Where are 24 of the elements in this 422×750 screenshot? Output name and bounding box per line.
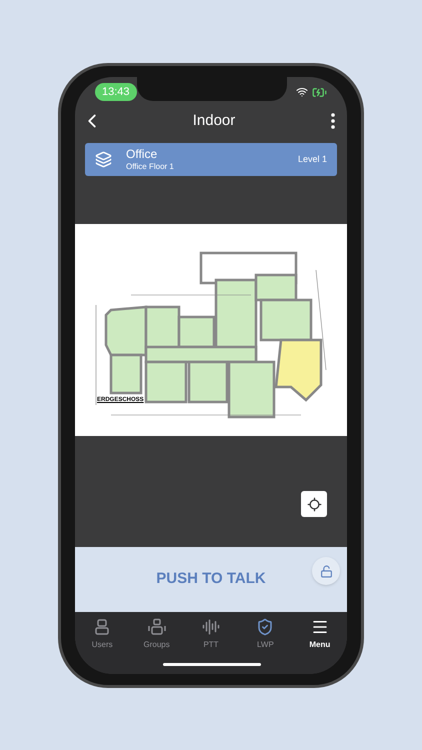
screen-title: Indoor [192, 110, 236, 131]
tab[interactable]: LWP [238, 618, 293, 674]
floor-selector[interactable]: Office Office Floor 1 Level 1 [85, 143, 337, 176]
menu-icon [310, 618, 329, 636]
unlocked-padlock-icon [320, 564, 332, 578]
tab[interactable]: Menu [292, 618, 347, 674]
lock-button[interactable] [312, 557, 340, 585]
tab[interactable]: PTT [184, 618, 238, 674]
crosshair-icon [306, 496, 322, 512]
tab[interactable]: Groups [129, 618, 184, 674]
layers-icon [95, 151, 112, 168]
locate-button[interactable] [301, 491, 327, 517]
ptt-label: PUSH TO TALK [156, 569, 266, 590]
shield-check-icon [256, 618, 274, 636]
status-time: 13:43 [95, 82, 137, 102]
floor-name: Office [126, 147, 158, 162]
tab[interactable]: Users [75, 618, 130, 674]
sound-wave-icon [202, 618, 220, 636]
ptt-panel[interactable]: PUSH TO TALK [75, 547, 347, 612]
group-icon [146, 618, 167, 636]
floor-subtitle: Office Floor 1 [126, 162, 175, 172]
person-icon [93, 618, 112, 636]
more-icon [330, 113, 335, 129]
floor-level: Level 1 [298, 152, 327, 166]
